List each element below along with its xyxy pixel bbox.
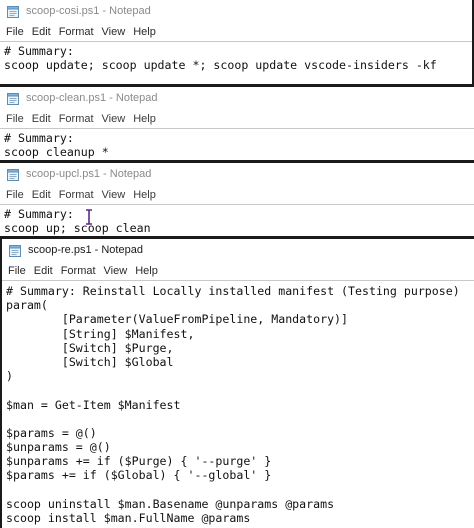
menu-view[interactable]: View (100, 26, 132, 38)
notepad-window-scoop-re: scoop-re.ps1 - Notepad File Edit Format … (0, 236, 474, 528)
menu-help[interactable]: Help (131, 189, 162, 201)
menu-format[interactable]: Format (57, 189, 100, 201)
text-line: [Switch] $Global (6, 354, 174, 369)
title-bar[interactable]: scoop-re.ps1 - Notepad (2, 239, 474, 261)
notepad-icon (9, 245, 21, 257)
text-line: param( (6, 298, 48, 313)
menu-help[interactable]: Help (133, 265, 164, 277)
text-line: # Summary: (4, 44, 74, 58)
text-line: $params = @() (6, 425, 97, 440)
menu-file[interactable]: File (4, 113, 30, 125)
text-line: [Switch] $Purge, (6, 340, 174, 355)
title-bar[interactable]: scoop-clean.ps1 - Notepad (0, 87, 474, 109)
menu-bar: File Edit Format View Help (2, 261, 474, 280)
text-line: # Summary: (4, 207, 74, 221)
menu-edit[interactable]: Edit (30, 113, 57, 125)
text-line: $unparams += if ($Purge) { '--purge' } (6, 454, 272, 469)
text-editor[interactable]: # Summary: scoop update; scoop update *;… (0, 41, 472, 72)
text-line: scoop install $man.FullName @params (6, 511, 251, 525)
text-editor[interactable]: # Summary: scoop up; scoop clean (0, 204, 474, 235)
menu-format[interactable]: Format (57, 26, 100, 38)
notepad-window-scoop-upcl: scoop-upcl.ps1 - Notepad File Edit Forma… (0, 160, 474, 236)
menu-bar: File Edit Format View Help (0, 109, 474, 128)
text-line: $params += if ($Global) { '--global' } (6, 468, 272, 483)
text-line: scoop uninstall $man.Basename @unparams … (6, 496, 335, 511)
notepad-icon (7, 93, 19, 105)
title-bar[interactable]: scoop-upcl.ps1 - Notepad (0, 163, 474, 185)
menu-bar: File Edit Format View Help (0, 185, 474, 204)
text-line: scoop cleanup * (4, 145, 109, 160)
menu-bar: File Edit Format View Help (0, 22, 472, 41)
text-line: scoop up; scoop clean (4, 221, 151, 236)
window-title: scoop-upcl.ps1 - Notepad (26, 168, 152, 180)
menu-help[interactable]: Help (131, 113, 162, 125)
menu-edit[interactable]: Edit (32, 265, 59, 277)
menu-format[interactable]: Format (57, 113, 100, 125)
menu-file[interactable]: File (4, 189, 30, 201)
window-title: scoop-clean.ps1 - Notepad (26, 92, 158, 104)
title-bar[interactable]: scoop-cosi.ps1 - Notepad (0, 0, 472, 22)
text-line: $unparams = @() (6, 440, 111, 455)
menu-file[interactable]: File (6, 265, 32, 277)
menu-help[interactable]: Help (131, 26, 162, 38)
window-title: scoop-cosi.ps1 - Notepad (26, 5, 151, 17)
text-line: [Parameter(ValueFromPipeline, Mandatory)… (6, 312, 349, 327)
text-line: # Summary: (4, 131, 74, 145)
text-editor[interactable]: # Summary: Reinstall Locally installed m… (2, 280, 474, 525)
window-title: scoop-re.ps1 - Notepad (28, 244, 143, 256)
text-line: # Summary: Reinstall Locally installed m… (6, 284, 460, 298)
menu-view[interactable]: View (100, 189, 132, 201)
menu-edit[interactable]: Edit (30, 189, 57, 201)
notepad-icon (7, 6, 19, 18)
text-line (6, 412, 474, 426)
menu-edit[interactable]: Edit (30, 26, 57, 38)
text-line (6, 383, 474, 397)
text-line (6, 483, 474, 497)
text-editor[interactable]: # Summary: scoop cleanup * (0, 128, 474, 159)
text-line: scoop update; scoop update *; scoop upda… (4, 58, 437, 73)
notepad-window-scoop-cosi: scoop-cosi.ps1 - Notepad File Edit Forma… (0, 0, 474, 84)
text-cursor-icon (86, 209, 92, 225)
text-line: $man = Get-Item $Manifest (6, 397, 181, 412)
text-line: ) (6, 369, 13, 384)
notepad-window-scoop-clean: scoop-clean.ps1 - Notepad File Edit Form… (0, 84, 474, 160)
text-line: [String] $Manifest, (6, 326, 195, 341)
menu-view[interactable]: View (102, 265, 134, 277)
notepad-icon (7, 169, 19, 181)
menu-file[interactable]: File (4, 26, 30, 38)
menu-view[interactable]: View (100, 113, 132, 125)
menu-format[interactable]: Format (59, 265, 102, 277)
